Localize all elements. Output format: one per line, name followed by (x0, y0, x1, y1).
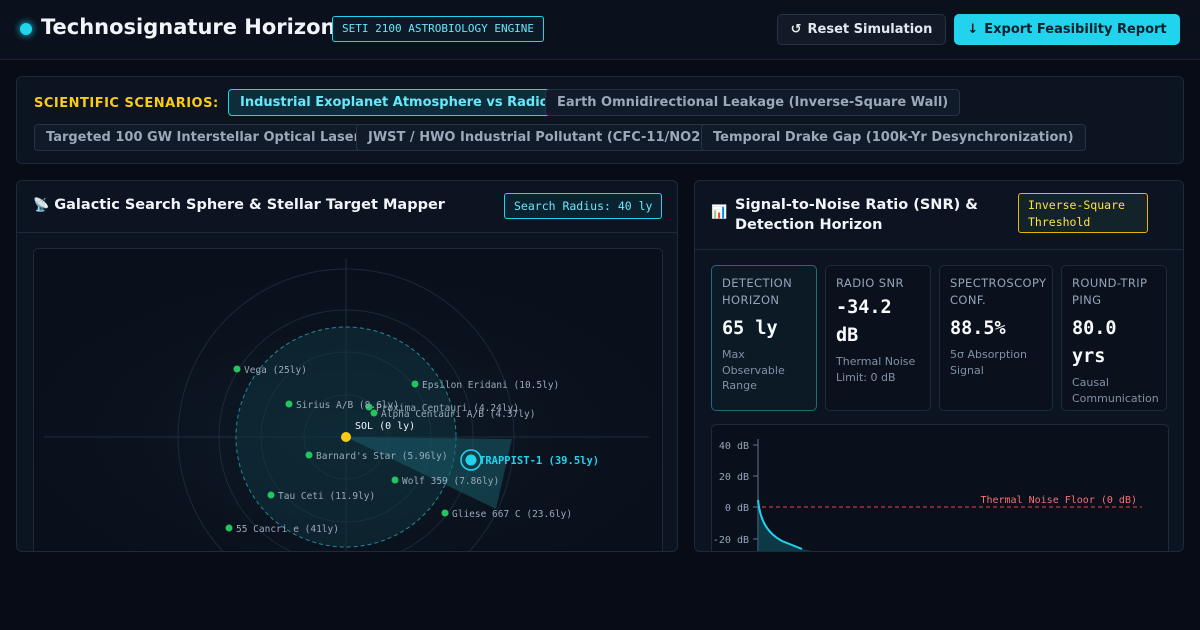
star-label: Wolf 359 (7.86ly) (402, 476, 499, 487)
sun-label: SOL (0 ly) (355, 421, 415, 432)
snr-area (758, 500, 812, 551)
target-marker[interactable] (465, 454, 477, 466)
scenario-chip-drake-gap[interactable]: Temporal Drake Gap (100k-Yr Desynchroniz… (701, 124, 1086, 151)
star-marker[interactable] (391, 476, 399, 484)
star-marker[interactable] (305, 451, 313, 459)
stat-label: PING (1072, 293, 1102, 307)
reset-simulation-label: Reset Simulation (807, 22, 933, 37)
app-title: Technosignature Horizon (41, 15, 336, 39)
status-dot-icon (20, 23, 32, 35)
star-label: Alpha Centauri A/B (4.37ly) (381, 409, 535, 420)
stat-value: yrs (1072, 346, 1106, 367)
star-marker[interactable] (225, 524, 233, 532)
scenario-chip-earth-leakage[interactable]: Earth Omnidirectional Leakage (Inverse-S… (545, 89, 961, 116)
stat-sub: Signal (950, 363, 984, 377)
reset-icon: ↺ (790, 22, 802, 37)
snr-title-line1: Signal-to-Noise Ratio (SNR) & (735, 197, 978, 213)
star-label: Epsilon Eridani (10.5ly) (422, 380, 559, 391)
stat-sub: Max Observable (722, 348, 785, 377)
stat-value: dB (836, 325, 859, 346)
search-radius-badge[interactable]: Search Radius: 40 ly (504, 193, 663, 219)
snr-chart[interactable]: 40 dB 20 dB 0 dB -20 dB Thermal Noise Fl… (711, 424, 1169, 551)
mapper-header: 📡 Galactic Search Sphere & Stellar Targe… (17, 181, 677, 233)
star-marker[interactable] (233, 365, 241, 373)
engine-badge: SETI 2100 ASTROBIOLOGY ENGINE (332, 16, 545, 42)
star-label: Barnard's Star (5.96ly) (316, 451, 448, 462)
star-label: 55 Cancri e (41ly) (236, 524, 339, 535)
stat-radio-snr: RADIO SNR -34.2 dB Thermal Noise Limit: 0 … (825, 265, 931, 411)
y-tick-label: 0 dB (725, 503, 749, 514)
y-tick-label: 20 dB (719, 472, 749, 483)
stat-round-trip-ping: ROUND-TRIP PING 80.0 yrs Causal Communicati… (1061, 265, 1167, 411)
bar-chart-icon: 📊 (711, 205, 728, 220)
snr-header: 📊 Signal-to-Noise Ratio (SNR) & Detectio… (695, 181, 1183, 250)
stat-label: RADIO SNR (836, 276, 904, 290)
scenario-chip-optical-laser[interactable]: Targeted 100 GW Interstellar Optical Las… (34, 124, 372, 151)
snr-chart-svg: 40 dB 20 dB 0 dB -20 dB Thermal Noise Fl… (713, 439, 1142, 551)
scenario-chip-industrial-atmosphere[interactable]: Industrial Exoplanet Atmosphere vs Radio (228, 89, 561, 116)
stat-value: 88.5% (950, 318, 1006, 339)
galactic-map[interactable]: Vega (25ly) Epsilon Eridani (10.5ly) Sir… (33, 248, 663, 551)
noise-floor-label: Thermal Noise Floor (0 dB) (980, 495, 1137, 506)
stat-sub: Range (722, 379, 757, 392)
stat-value: 65 ly (722, 318, 778, 339)
reset-simulation-button[interactable]: ↺ Reset Simulation (777, 14, 946, 45)
scenarios-panel: SCIENTIFIC SCENARIOS: Industrial Exoplan… (16, 76, 1184, 164)
satellite-dish-icon: 📡 (33, 198, 50, 213)
galactic-map-svg: Vega (25ly) Epsilon Eridani (10.5ly) Sir… (34, 249, 662, 551)
star-label: Tau Ceti (11.9ly) (278, 491, 375, 502)
y-tick-label: 40 dB (719, 441, 749, 452)
snr-panel: 📊 Signal-to-Noise Ratio (SNR) & Detectio… (694, 180, 1184, 552)
star-label: Vega (25ly) (244, 365, 307, 376)
target-label: TRAPPIST-1 (39.5ly) (479, 455, 599, 467)
scenario-chip-jwst-pollutant[interactable]: JWST / HWO Industrial Pollutant (CFC-11/… (356, 124, 719, 151)
stat-label: DETECTION (722, 276, 793, 290)
export-report-label: Export Feasibility Report (984, 22, 1167, 37)
stat-spectroscopy-confidence: SPECTROSCOPY CONF. 88.5% 5σ Absorption Sig… (939, 265, 1053, 411)
threshold-badge-line2: Threshold (1028, 215, 1091, 229)
stat-label: SPECTROSCOPY (950, 276, 1047, 290)
y-tick-label: -20 dB (713, 535, 749, 546)
mapper-title: 📡 Galactic Search Sphere & Stellar Targe… (33, 197, 445, 213)
stat-value: 80.0 (1072, 318, 1117, 339)
threshold-badge[interactable]: Inverse-Square Threshold (1018, 193, 1148, 233)
app-header: Technosignature Horizon SETI 2100 ASTROB… (0, 0, 1200, 60)
stat-sub: Communication (1072, 391, 1159, 405)
star-marker[interactable] (267, 491, 275, 499)
snr-title-line2: Detection Horizon (735, 217, 883, 233)
sun-marker[interactable] (341, 432, 351, 442)
stat-label: HORIZON (722, 293, 780, 307)
stat-sub: 5σ Absorption (950, 348, 1028, 361)
star-marker[interactable] (441, 509, 449, 517)
mapper-title-text: Galactic Search Sphere & Stellar Target … (54, 197, 445, 213)
star-marker[interactable] (285, 400, 293, 408)
snr-title: Signal-to-Noise Ratio (SNR) & Detection … (735, 195, 978, 235)
stat-sub: Limit: 0 dB (836, 370, 896, 384)
stat-label: CONF. (950, 293, 987, 307)
scenarios-label: SCIENTIFIC SCENARIOS: (34, 96, 219, 111)
stat-sub: Causal (1072, 376, 1109, 389)
stat-label: ROUND-TRIP (1072, 276, 1148, 290)
export-report-button[interactable]: ↓ Export Feasibility Report (954, 14, 1180, 45)
stat-detection-horizon: DETECTION HORIZON 65 ly Max Observable Ran… (711, 265, 817, 411)
threshold-badge-line1: Inverse-Square (1028, 198, 1125, 212)
star-label: Gliese 667 C (23.6ly) (452, 509, 572, 520)
stat-sub: Thermal Noise (836, 355, 916, 368)
stat-value: -34.2 (836, 297, 892, 318)
download-arrow-icon: ↓ (967, 22, 979, 37)
star-marker[interactable] (411, 380, 419, 388)
stellar-mapper-panel: 📡 Galactic Search Sphere & Stellar Targe… (16, 180, 678, 552)
